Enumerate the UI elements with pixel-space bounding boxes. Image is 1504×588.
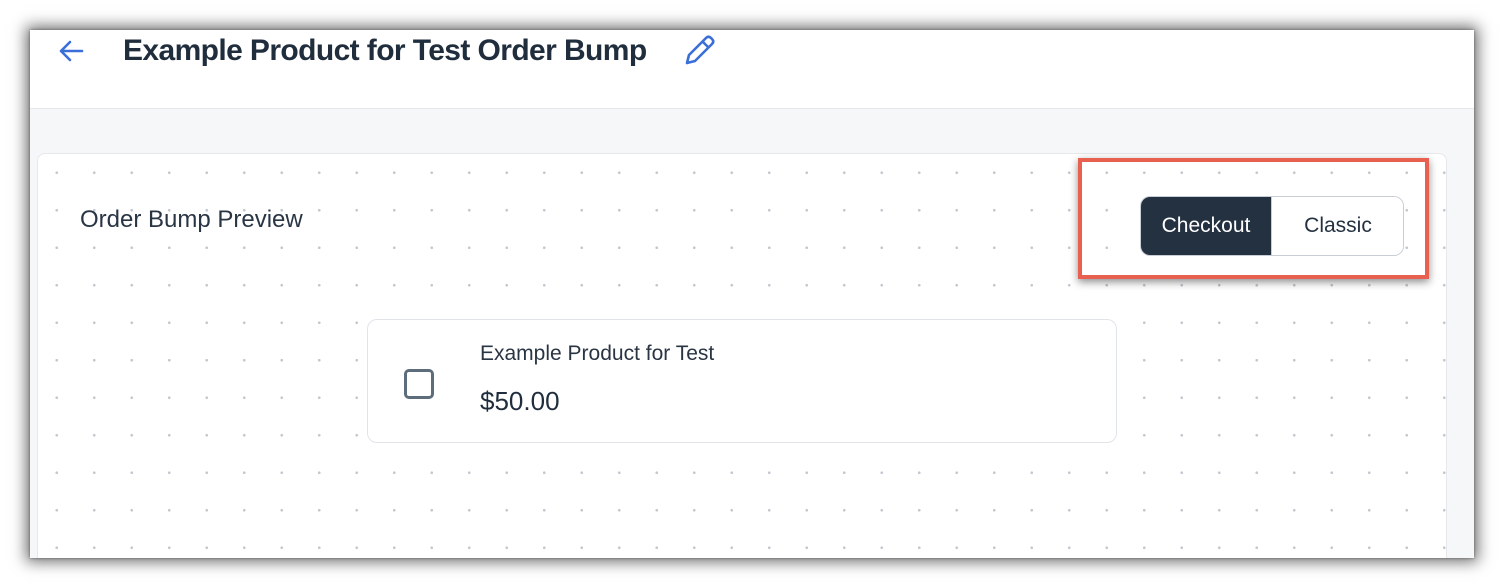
product-price: $50.00: [480, 386, 560, 416]
classic-toggle-button[interactable]: Classic: [1271, 197, 1403, 255]
page-header: Example Product for Test Order Bump: [30, 30, 1474, 109]
app-window: Example Product for Test Order Bump Orde…: [30, 30, 1474, 558]
pencil-icon: [685, 35, 715, 65]
edit-title-button[interactable]: [680, 32, 718, 70]
arrow-left-icon: [59, 40, 84, 62]
preview-title: Order Bump Preview: [80, 206, 303, 233]
back-button[interactable]: [56, 36, 86, 66]
view-toggle: Checkout Classic: [1140, 196, 1404, 256]
page-title: Example Product for Test Order Bump: [123, 34, 647, 67]
order-bump-checkbox[interactable]: [404, 369, 434, 399]
product-name: Example Product for Test: [480, 342, 715, 365]
order-bump-preview-card: Order Bump Preview Checkout Classic Exam…: [37, 153, 1447, 558]
checkout-toggle-button[interactable]: Checkout: [1141, 197, 1271, 255]
order-bump-product: Example Product for Test $50.00: [367, 319, 1117, 443]
